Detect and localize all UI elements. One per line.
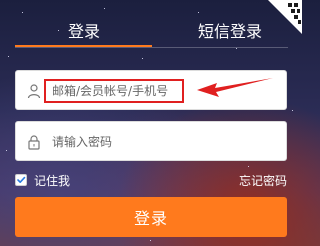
- tabs-divider: [15, 47, 288, 48]
- remember-me-checkbox[interactable]: [15, 174, 27, 186]
- password-input[interactable]: [50, 122, 279, 162]
- tab-login[interactable]: 登录: [40, 18, 128, 46]
- annotation-arrow-icon: [197, 78, 273, 97]
- tab-sms-login[interactable]: 短信登录: [170, 18, 290, 46]
- forgot-password-link[interactable]: 忘记密码: [239, 172, 287, 190]
- remember-me-label[interactable]: 记住我: [34, 172, 70, 190]
- lock-icon: [28, 135, 40, 150]
- password-field[interactable]: [15, 121, 287, 162]
- user-icon: [27, 84, 41, 99]
- login-tabs: 登录 短信登录: [0, 18, 302, 46]
- login-button[interactable]: 登录: [15, 197, 287, 237]
- check-icon: [17, 176, 26, 183]
- remember-row: 记住我 忘记密码: [15, 172, 287, 190]
